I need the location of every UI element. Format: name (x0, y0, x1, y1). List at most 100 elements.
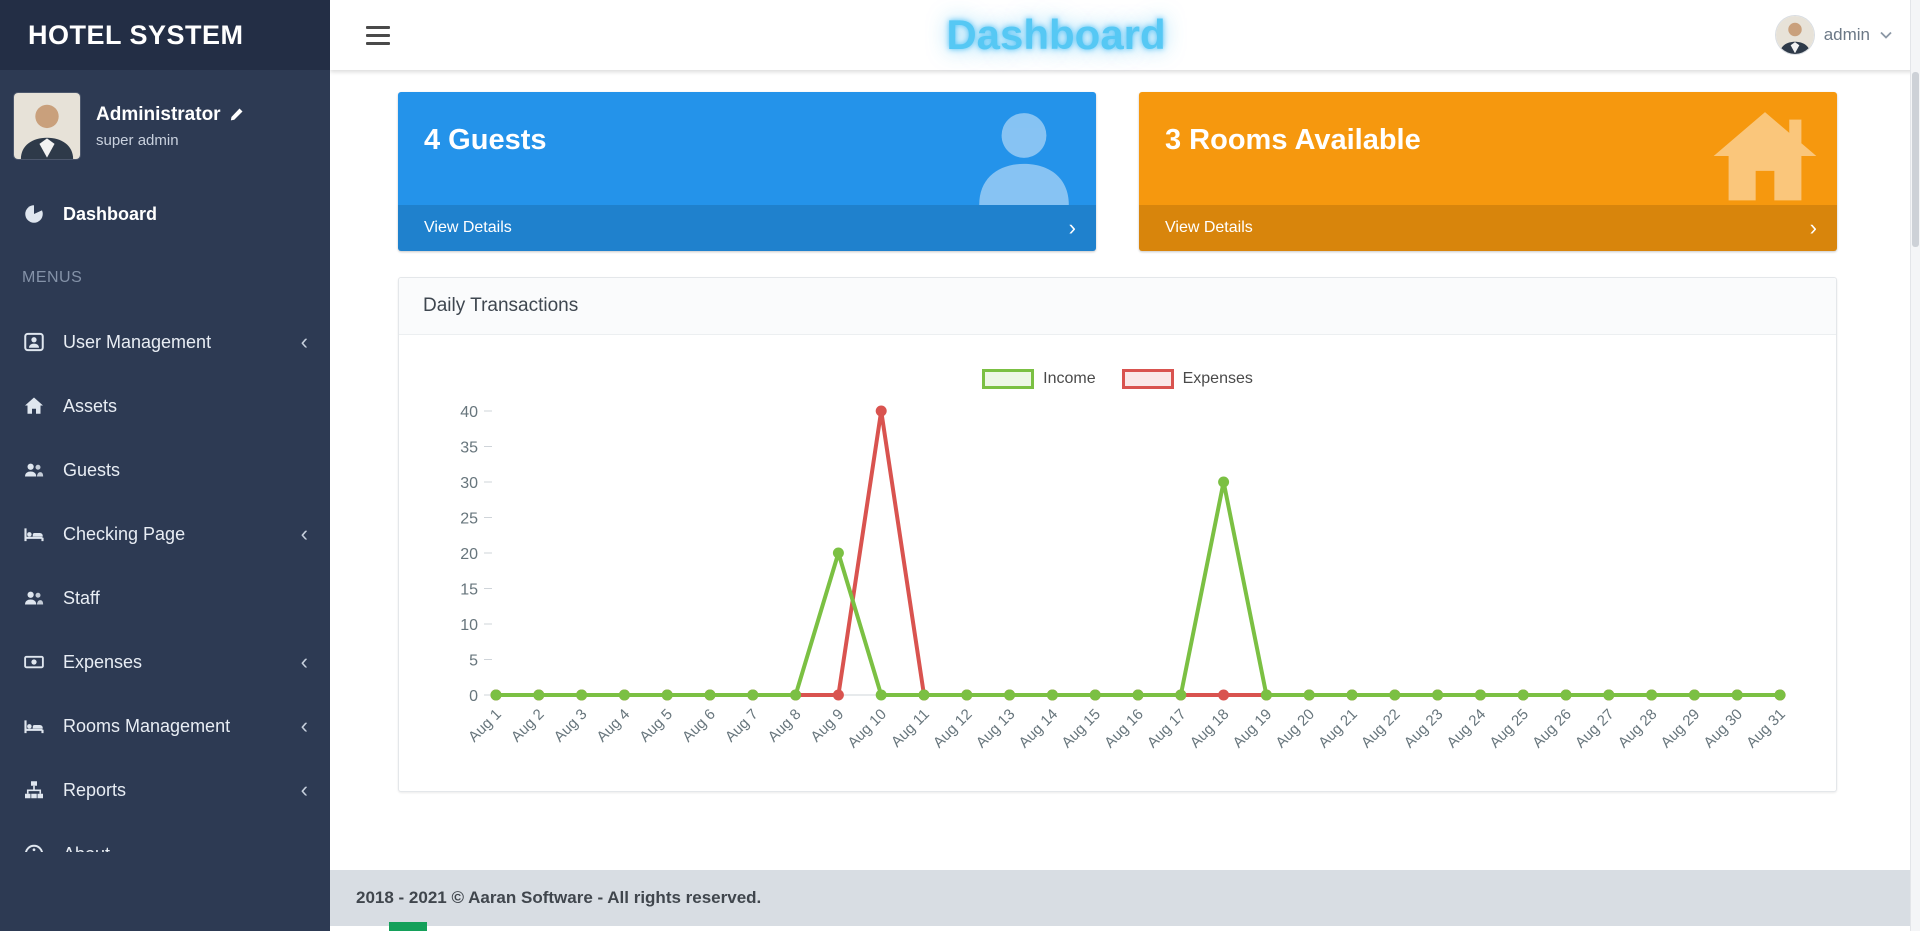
svg-text:Aug 30: Aug 30 (1700, 706, 1746, 752)
sidebar-item-checking-page[interactable]: Checking Page ‹ (0, 502, 330, 566)
svg-text:Aug 18: Aug 18 (1186, 706, 1232, 752)
svg-text:Aug 10: Aug 10 (844, 706, 890, 752)
svg-text:Aug 14: Aug 14 (1015, 706, 1061, 752)
sidebar-item-label: Staff (63, 587, 100, 608)
expenses-legend-swatch (1121, 369, 1174, 389)
sidebar-item-label: Assets (63, 395, 118, 416)
sidebar-item-label: Guests (63, 459, 121, 480)
sidebar-item-expenses[interactable]: Expenses ‹ (0, 630, 330, 694)
chevron-left-icon: ‹ (300, 649, 308, 674)
sidebar-item-label: Reports (63, 779, 127, 800)
view-details-label: View Details (1165, 219, 1253, 236)
svg-text:Aug 27: Aug 27 (1571, 706, 1617, 752)
sidebar-item-label: Dashboard (63, 203, 158, 224)
svg-text:15: 15 (460, 582, 478, 599)
svg-text:Aug 9: Aug 9 (807, 706, 847, 746)
income-legend-swatch (982, 369, 1035, 389)
legend-income: Income (982, 369, 1096, 389)
svg-text:Aug 19: Aug 19 (1229, 706, 1275, 752)
pencil-icon[interactable] (229, 107, 244, 122)
profile-role: super admin (96, 131, 179, 149)
sidebar-item-dashboard[interactable]: Dashboard (0, 182, 330, 246)
sidebar-item-label: About (63, 844, 110, 853)
svg-text:5: 5 (469, 653, 478, 670)
chart-legend: Income Expenses (407, 369, 1828, 389)
profile-name: Administrator (96, 103, 221, 125)
hamburger-menu-icon[interactable] (366, 25, 390, 45)
chevron-left-icon: ‹ (300, 329, 308, 354)
svg-text:Aug 29: Aug 29 (1657, 706, 1703, 752)
income-legend-label: Income (1043, 370, 1096, 387)
bed-icon (24, 524, 46, 544)
chevron-left-icon: ‹ (300, 713, 308, 738)
svg-text:Aug 25: Aug 25 (1486, 706, 1532, 752)
svg-text:35: 35 (460, 440, 478, 457)
svg-text:Aug 21: Aug 21 (1315, 706, 1361, 752)
svg-text:40: 40 (460, 404, 478, 421)
guests-info-box: 4 Guests View Details › (398, 92, 1096, 251)
chevron-down-icon (1880, 31, 1892, 39)
panel-title: Daily Transactions (399, 278, 1836, 335)
brand-title: HOTEL SYSTEM (0, 0, 330, 70)
legend-expenses: Expenses (1121, 369, 1253, 389)
svg-text:Aug 23: Aug 23 (1400, 706, 1446, 752)
daily-transactions-panel: Daily Transactions Income Expenses 0 5 10 1… (398, 277, 1837, 792)
sidebar-item-label: User Management (63, 331, 212, 352)
info-boxes-row: 4 Guests View Details › 3 Rooms Availabl… (330, 70, 1920, 251)
svg-text:10: 10 (460, 617, 478, 634)
money-icon (24, 652, 46, 672)
sidebar-item-assets[interactable]: Assets (0, 374, 330, 438)
pie-chart-icon (24, 204, 46, 224)
svg-text:Aug 4: Aug 4 (593, 706, 633, 746)
sidebar-item-user-management[interactable]: User Management ‹ (0, 310, 330, 374)
menus-section-label: MENUS (22, 269, 83, 286)
scrollbar-thumb[interactable] (1912, 72, 1919, 247)
user-avatar (1775, 16, 1814, 54)
chevron-right-icon: › (1809, 215, 1817, 240)
svg-text:Aug 24: Aug 24 (1443, 706, 1489, 752)
rooms-info-box: 3 Rooms Available View Details › (1139, 92, 1837, 251)
footer: 2018 - 2021 © Aaran Software - All right… (330, 870, 1920, 926)
svg-text:Aug 5: Aug 5 (636, 706, 676, 746)
info-icon (24, 844, 46, 852)
avatar-photo (14, 93, 80, 159)
username-label: admin (1823, 25, 1870, 44)
svg-text:Aug 6: Aug 6 (679, 706, 719, 746)
sidebar-item-staff[interactable]: Staff (0, 566, 330, 630)
svg-text:30: 30 (460, 475, 478, 492)
svg-text:Aug 13: Aug 13 (972, 706, 1018, 752)
sidebar-item-reports[interactable]: Reports ‹ (0, 758, 330, 822)
svg-text:Aug 31: Aug 31 (1743, 706, 1789, 752)
sidebar-item-about[interactable]: About (0, 822, 330, 852)
guests-view-details-link[interactable]: View Details › (398, 205, 1096, 251)
expenses-legend-label: Expenses (1182, 370, 1253, 387)
footer-copyright: 2018 - 2021 © Aaran Software - All right… (356, 888, 762, 907)
svg-text:20: 20 (460, 546, 478, 563)
sidebar-item-guests[interactable]: Guests (0, 438, 330, 502)
svg-text:Aug 8: Aug 8 (764, 706, 804, 746)
guests-count-title: 4 Guests (424, 124, 547, 156)
daily-transactions-chart: 0510152025303540Aug 1 Aug 2 Aug 3 Aug 4 Aug … (460, 404, 1789, 752)
bed-icon (24, 716, 46, 736)
svg-text:Aug 26: Aug 26 (1529, 706, 1575, 752)
rooms-view-details-link[interactable]: View Details › (1139, 205, 1837, 251)
sidebar-nav: Dashboard MENUS User Management ‹ Assets… (0, 182, 330, 852)
svg-text:Aug 11: Aug 11 (887, 706, 932, 751)
sidebar-item-rooms-management[interactable]: Rooms Management ‹ (0, 694, 330, 758)
users-icon (24, 588, 46, 608)
svg-text:Aug 7: Aug 7 (721, 706, 761, 746)
clipped-element (389, 922, 427, 931)
rooms-available-title: 3 Rooms Available (1165, 124, 1421, 156)
user-menu[interactable]: admin (1775, 16, 1892, 54)
users-icon (24, 460, 46, 480)
svg-text:Aug 12: Aug 12 (929, 706, 975, 752)
svg-text:25: 25 (460, 511, 478, 528)
sidebar-item-label: Rooms Management (63, 715, 231, 736)
vertical-scrollbar (1910, 0, 1920, 931)
svg-text:Aug 16: Aug 16 (1101, 706, 1147, 752)
chevron-left-icon: ‹ (300, 521, 308, 546)
svg-text:Aug 3: Aug 3 (550, 706, 590, 746)
profile-avatar (14, 93, 80, 159)
home-icon (24, 396, 46, 416)
svg-text:Aug 22: Aug 22 (1357, 706, 1403, 752)
